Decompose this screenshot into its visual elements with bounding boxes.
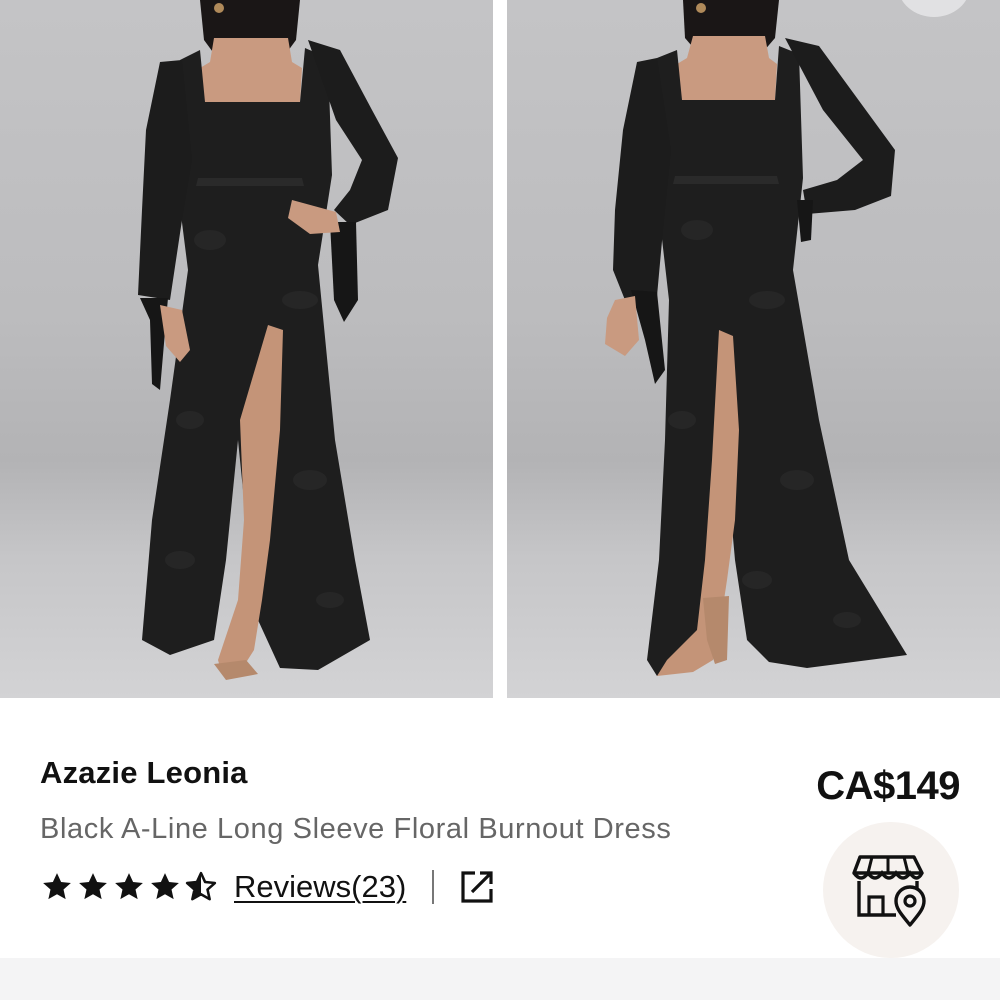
rating-stars — [40, 870, 218, 904]
model-illustration — [138, 0, 398, 680]
star-icon — [79, 873, 107, 900]
star-icon — [115, 873, 143, 900]
star-icon — [151, 873, 179, 900]
store-location-icon — [852, 855, 926, 927]
rating-row: Reviews(23) — [40, 865, 496, 909]
store-locator-button[interactable] — [823, 822, 959, 958]
reviews-link[interactable]: Reviews(23) — [234, 869, 406, 905]
share-button[interactable] — [458, 868, 496, 906]
product-photo-angle[interactable] — [507, 0, 1000, 698]
product-image-gallery[interactable] — [0, 0, 1000, 698]
product-page: Azazie Leonia CA$149 Black A-Line Long S… — [0, 0, 1000, 1000]
model-illustration-2 — [605, 0, 907, 676]
star-icon — [43, 873, 71, 900]
bottom-section-edge — [0, 958, 1000, 1000]
product-brand-name: Azazie Leonia — [40, 755, 248, 790]
product-price: CA$149 — [816, 764, 960, 808]
share-external-icon — [461, 871, 493, 903]
product-photo-front[interactable] — [0, 0, 493, 698]
star-half-icon — [185, 871, 217, 901]
divider — [432, 870, 435, 904]
product-description: Black A-Line Long Sleeve Floral Burnout … — [40, 813, 672, 845]
